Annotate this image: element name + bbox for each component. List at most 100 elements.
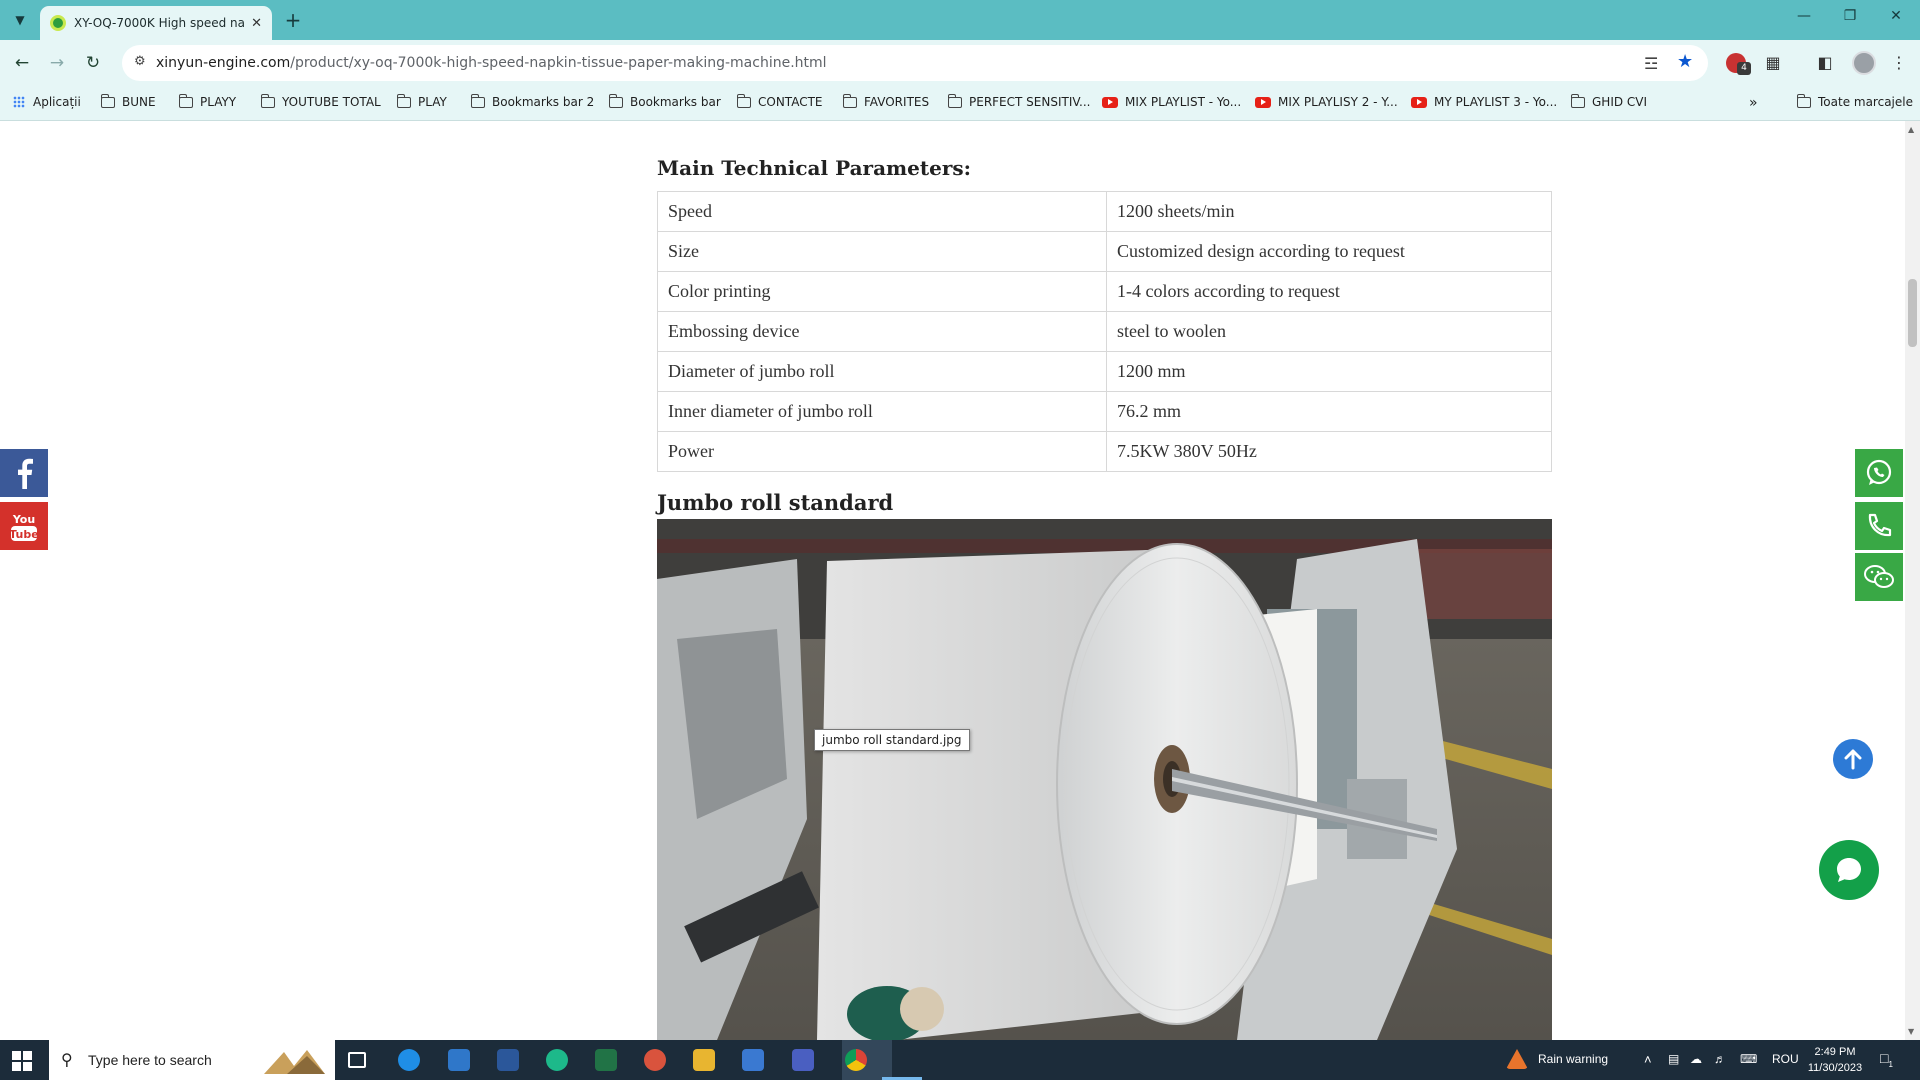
param-name: Color printing: [657, 271, 1107, 312]
translate-icon[interactable]: ☲: [1644, 54, 1658, 73]
address-bar[interactable]: ⚙ xinyun-engine.com/product/xy-oq-7000k-…: [122, 45, 1708, 81]
weather-text[interactable]: Rain warning: [1538, 1052, 1608, 1066]
folder-icon: [842, 93, 857, 108]
facebook-button[interactable]: [0, 449, 48, 497]
youtube-button[interactable]: You Tube: [0, 502, 48, 550]
language-indicator[interactable]: ROU: [1772, 1052, 1799, 1066]
notifications-icon[interactable]: □1: [1880, 1050, 1893, 1069]
bookmark-label: Toate marcajele: [1818, 95, 1913, 109]
live-chat-button[interactable]: [1819, 840, 1879, 900]
bookmark-item[interactable]: YOUTUBE TOTAL: [260, 93, 381, 109]
side-panel-icon[interactable]: ◧: [1812, 50, 1838, 76]
word-icon[interactable]: [497, 1049, 519, 1071]
jumbo-roll-photo[interactable]: [657, 519, 1552, 1040]
jumbo-roll-illustration: [657, 519, 1552, 1040]
param-name: Speed: [657, 191, 1107, 232]
back-button[interactable]: ←: [9, 50, 35, 76]
url-text[interactable]: xinyun-engine.com/product/xy-oq-7000k-hi…: [156, 55, 827, 71]
store-icon[interactable]: [742, 1049, 764, 1071]
menu-kebab-icon[interactable]: ⋮: [1886, 50, 1912, 76]
bookmark-label: Bookmarks bar: [630, 95, 721, 109]
bookmark-item[interactable]: MIX PLAYLIST - Yo...: [1102, 95, 1241, 109]
bookmark-item[interactable]: FAVORITES: [842, 93, 929, 109]
bookmark-item[interactable]: Aplicații: [13, 95, 81, 109]
bookmark-item[interactable]: CONTACTE: [736, 93, 823, 109]
tray-chevron-icon[interactable]: ˄: [1644, 1052, 1652, 1067]
search-placeholder: Type here to search: [88, 1052, 212, 1068]
volume-icon[interactable]: ♬: [1714, 1052, 1726, 1066]
minimize-icon[interactable]: —: [1794, 8, 1814, 24]
mail-icon[interactable]: [448, 1049, 470, 1071]
scroll-down-arrow-icon[interactable]: ▼: [1908, 1027, 1914, 1036]
table-row: Color printing 1-4 colors according to re…: [657, 271, 1552, 312]
bookmark-item[interactable]: GHID CVI: [1570, 93, 1648, 109]
bookmark-label: MY PLAYLIST 3 - Yo...: [1434, 95, 1558, 109]
bookmark-item[interactable]: MIX PLAYLISY 2 - Y...: [1255, 95, 1398, 109]
youtube-icon: [1102, 96, 1118, 108]
table-row: Speed 1200 sheets/min: [657, 191, 1552, 232]
url-domain: xinyun-engine.com: [156, 55, 291, 71]
table-row: Embossing device steel to woolen: [657, 311, 1552, 352]
phone-button[interactable]: [1855, 502, 1903, 550]
url-path: /product/xy-oq-7000k-high-speed-napkin-t…: [290, 55, 827, 71]
close-window-icon[interactable]: ✕: [1886, 8, 1906, 24]
bookmark-item[interactable]: Bookmarks bar: [608, 93, 721, 109]
app-green-icon[interactable]: [546, 1049, 568, 1071]
param-value: 1200 mm: [1106, 351, 1552, 392]
all-bookmarks-item[interactable]: Toate marcajele: [1796, 93, 1913, 109]
page-scrollbar[interactable]: ▲ ▼: [1905, 121, 1920, 1040]
bookmark-label: MIX PLAYLIST - Yo...: [1125, 95, 1242, 109]
adblock-extension-icon[interactable]: 4: [1726, 53, 1751, 75]
new-tab-button[interactable]: +: [280, 9, 306, 33]
file-explorer-icon[interactable]: [693, 1049, 715, 1071]
bookmark-item[interactable]: PERFECT SENSITIV...: [947, 93, 1091, 109]
profile-avatar[interactable]: [1852, 51, 1876, 75]
onedrive-icon[interactable]: ☁: [1690, 1052, 1702, 1066]
bookmark-label: PERFECT SENSITIV...: [969, 95, 1091, 109]
scroll-up-arrow-icon[interactable]: ▲: [1908, 125, 1914, 134]
param-value: 1-4 colors according to request: [1106, 271, 1552, 312]
apps-icon: [13, 96, 25, 108]
task-view-icon[interactable]: [348, 1052, 366, 1068]
browser-tab[interactable]: XY-OQ-7000K High speed nap ✕: [40, 6, 272, 40]
teams-icon[interactable]: [792, 1049, 814, 1071]
excel-icon[interactable]: [595, 1049, 617, 1071]
scrollbar-thumb[interactable]: [1908, 279, 1917, 347]
bookmarks-bar: Aplicații BUNE PLAYY YOUTUBE TOTAL PLAY …: [0, 86, 1920, 121]
tab-title: XY-OQ-7000K High speed nap: [74, 16, 246, 30]
bookmark-label: Bookmarks bar 2: [492, 95, 595, 109]
windows-start-button[interactable]: [12, 1051, 32, 1075]
chrome-icon[interactable]: [845, 1049, 867, 1071]
bookmark-label: MIX PLAYLISY 2 - Y...: [1278, 95, 1398, 109]
more-bookmarks-chevron-icon[interactable]: »: [1749, 95, 1758, 111]
reload-button[interactable]: ↻: [80, 50, 106, 76]
app-red-icon[interactable]: [644, 1049, 666, 1071]
youtube-icon: You Tube: [9, 513, 39, 541]
section-heading-jumbo-roll: Jumbo roll standard: [657, 490, 894, 515]
wechat-button[interactable]: [1855, 553, 1903, 601]
weather-warning-icon[interactable]: [1506, 1049, 1528, 1069]
restore-icon[interactable]: ❐: [1840, 8, 1860, 24]
phone-icon: [1868, 513, 1892, 537]
edge-browser-icon[interactable]: [398, 1049, 420, 1071]
site-info-icon[interactable]: ⚙: [134, 54, 146, 69]
taskbar-search-box[interactable]: ⚲ Type here to search: [49, 1040, 335, 1080]
tab-search-icon[interactable]: ▼: [8, 8, 32, 32]
system-clock[interactable]: 2:49 PM 11/30/2023: [1805, 1044, 1865, 1076]
bookmark-item[interactable]: BUNE: [100, 93, 156, 109]
close-tab-icon[interactable]: ✕: [251, 16, 262, 31]
bookmark-item[interactable]: PLAYY: [178, 93, 236, 109]
bookmark-label: GHID CVI: [1592, 95, 1648, 109]
tab-strip: ▼ XY-OQ-7000K High speed nap ✕ + — ❐ ✕: [0, 0, 1920, 40]
whatsapp-button[interactable]: [1855, 449, 1903, 497]
bookmark-item[interactable]: Bookmarks bar 2: [470, 93, 595, 109]
scroll-to-top-button[interactable]: [1833, 739, 1873, 779]
windows-logo-icon: [12, 1051, 32, 1071]
bookmark-item[interactable]: PLAY: [396, 93, 447, 109]
bookmark-star-icon[interactable]: ★: [1677, 51, 1693, 72]
bookmark-item[interactable]: MY PLAYLIST 3 - Yo...: [1411, 95, 1557, 109]
tray-app-icon[interactable]: ▤: [1668, 1052, 1679, 1066]
extensions-puzzle-icon[interactable]: ▦: [1760, 50, 1786, 76]
forward-button[interactable]: →: [44, 50, 70, 76]
keyboard-icon[interactable]: ⌨: [1740, 1052, 1757, 1066]
